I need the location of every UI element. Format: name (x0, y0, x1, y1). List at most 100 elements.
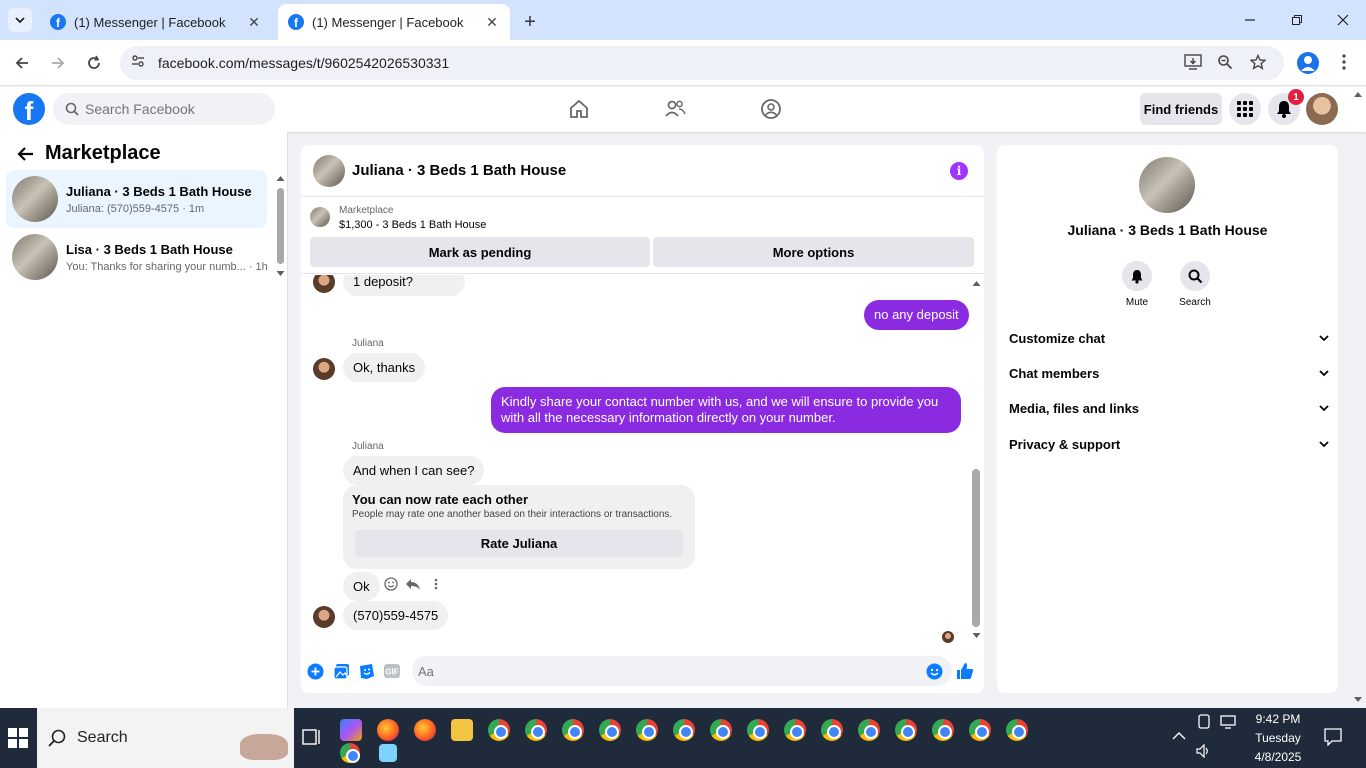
conversation-info-icon[interactable]: i (950, 162, 968, 180)
facebook-logo-icon[interactable]: f (13, 93, 45, 125)
privacy-support-section[interactable]: Privacy & support (1009, 432, 1329, 456)
tab-search-chevron-icon[interactable] (8, 8, 32, 32)
chrome-app-icon[interactable] (636, 719, 658, 741)
taskbar-search-box[interactable]: Search (37, 708, 294, 768)
clock-time[interactable]: 9:42 PM (1246, 712, 1310, 726)
show-hidden-icons-chevron[interactable] (1172, 730, 1186, 744)
chrome-app-icon[interactable] (562, 719, 584, 741)
home-icon[interactable] (567, 97, 591, 121)
chevron-down-icon (1319, 404, 1329, 411)
groups-icon[interactable] (759, 97, 783, 121)
conversation-item-lisa[interactable]: Lisa · 3 Beds 1 Bath House You: Thanks f… (6, 228, 268, 286)
find-friends-button[interactable]: Find friends (1140, 93, 1222, 125)
chrome-app-icon[interactable] (488, 719, 510, 741)
task-view-icon[interactable] (302, 727, 324, 749)
more-options-button[interactable]: More options (653, 237, 974, 267)
conversation-item-juliana[interactable]: Juliana · 3 Beds 1 Bath House Juliana: (… (6, 170, 267, 228)
meet-now-icon[interactable] (1197, 714, 1211, 733)
file-explorer-icon[interactable] (451, 719, 473, 741)
new-tab-plus-icon[interactable]: + (518, 10, 542, 34)
page-scrollbar[interactable] (1352, 90, 1364, 706)
chrome-app-icon[interactable] (821, 719, 843, 741)
search-in-conversation-button[interactable]: Search (1175, 261, 1215, 308)
chrome-app-icon[interactable] (340, 743, 360, 763)
chrome-app-icon-active[interactable] (895, 719, 917, 741)
mute-button[interactable]: Mute (1117, 261, 1157, 308)
browser-profile-avatar[interactable] (1297, 52, 1319, 74)
close-tab-icon[interactable]: ✕ (246, 14, 262, 30)
emoji-icon[interactable] (925, 662, 943, 680)
chrome-app-icon[interactable] (710, 719, 732, 741)
friends-icon[interactable] (663, 97, 687, 121)
chat-scrollbar[interactable] (971, 279, 981, 641)
chrome-app-icon[interactable] (858, 719, 880, 741)
rate-juliana-button[interactable]: Rate Juliana (355, 530, 683, 557)
details-listing-thumbnail[interactable] (1139, 157, 1195, 213)
chrome-app-icon[interactable] (969, 719, 991, 741)
windows-start-icon[interactable] (8, 728, 28, 748)
firefox-app-icon[interactable] (414, 719, 436, 741)
site-settings-icon[interactable] (130, 53, 146, 74)
chrome-app-icon[interactable] (1006, 719, 1028, 741)
customize-chat-section[interactable]: Customize chat (1009, 326, 1329, 350)
svg-text:GIF: GIF (385, 668, 398, 677)
account-avatar[interactable] (1306, 93, 1338, 125)
firefox-app-icon[interactable] (377, 719, 399, 741)
react-emoji-icon[interactable] (383, 576, 399, 592)
add-plus-icon[interactable] (306, 662, 324, 680)
bookmark-star-icon[interactable] (1247, 51, 1269, 73)
restore-window-icon[interactable] (1283, 8, 1311, 32)
forward-arrow-icon[interactable] (46, 51, 70, 75)
volume-icon[interactable] (1196, 743, 1212, 761)
chat-members-section[interactable]: Chat members (1009, 361, 1329, 385)
facebook-search-box[interactable] (53, 93, 275, 125)
chrome-app-icon[interactable] (784, 719, 806, 741)
close-tab-icon[interactable]: ✕ (484, 14, 500, 30)
chrome-app-icon[interactable] (673, 719, 695, 741)
browser-menu-icon[interactable] (1333, 51, 1355, 73)
sticker-icon[interactable] (357, 662, 375, 680)
copilot-app-icon[interactable] (340, 719, 362, 741)
gif-icon[interactable]: GIF (383, 662, 401, 680)
attach-photo-icon[interactable] (332, 662, 350, 680)
reply-icon[interactable] (405, 576, 421, 592)
media-files-links-section[interactable]: Media, files and links (1009, 396, 1329, 420)
browser-tab-2[interactable]: f (1) Messenger | Facebook ✕ (278, 4, 510, 40)
chrome-app-icon[interactable] (525, 719, 547, 741)
chrome-app-icon[interactable] (932, 719, 954, 741)
back-arrow-icon[interactable] (10, 51, 34, 75)
message-input[interactable] (418, 663, 908, 679)
chat-listing-thumbnail[interactable] (313, 154, 345, 187)
incoming-message: And when I can see? (343, 456, 485, 485)
install-app-icon[interactable] (1182, 51, 1204, 73)
more-actions-icon[interactable] (428, 576, 444, 592)
reload-icon[interactable] (82, 51, 106, 75)
facebook-search-input[interactable] (85, 101, 265, 117)
chrome-app-icon[interactable] (599, 719, 621, 741)
facebook-favicon-icon: f (50, 14, 66, 30)
address-bar[interactable]: facebook.com/messages/t/9602542026530331 (120, 46, 1284, 80)
listing-price-title[interactable]: $1,300 - 3 Beds 1 Bath House (339, 219, 486, 231)
network-icon[interactable] (1220, 715, 1236, 732)
menu-grid-icon[interactable] (1229, 93, 1261, 125)
minimize-window-icon[interactable] (1236, 8, 1264, 32)
notepad-app-icon[interactable] (379, 744, 397, 762)
close-window-icon[interactable] (1329, 8, 1357, 32)
sidebar-scrollbar-thumb[interactable] (277, 188, 284, 264)
notification-center-icon[interactable] (1324, 728, 1342, 749)
message-input-box[interactable] (412, 656, 952, 686)
juliana-avatar (313, 275, 335, 293)
mark-as-pending-button[interactable]: Mark as pending (310, 237, 650, 267)
clock-date[interactable]: 4/8/2025 (1246, 750, 1310, 764)
chat-scrollbar-thumb[interactable] (972, 469, 980, 627)
sidebar-scrollbar[interactable] (275, 174, 285, 324)
zoom-icon[interactable] (1214, 51, 1236, 73)
chrome-app-icon[interactable] (747, 719, 769, 741)
conversation-preview: Juliana: (570)559-4575 · 1m (66, 202, 205, 215)
chat-title[interactable]: Juliana · 3 Beds 1 Bath House (352, 162, 566, 179)
thumbs-up-like-icon[interactable] (956, 662, 974, 680)
back-arrow-icon[interactable] (14, 143, 36, 165)
clock-day[interactable]: Tuesday (1246, 731, 1310, 745)
sidebar-title: Marketplace (45, 142, 161, 164)
browser-tab-1[interactable]: f (1) Messenger | Facebook ✕ (40, 4, 272, 40)
